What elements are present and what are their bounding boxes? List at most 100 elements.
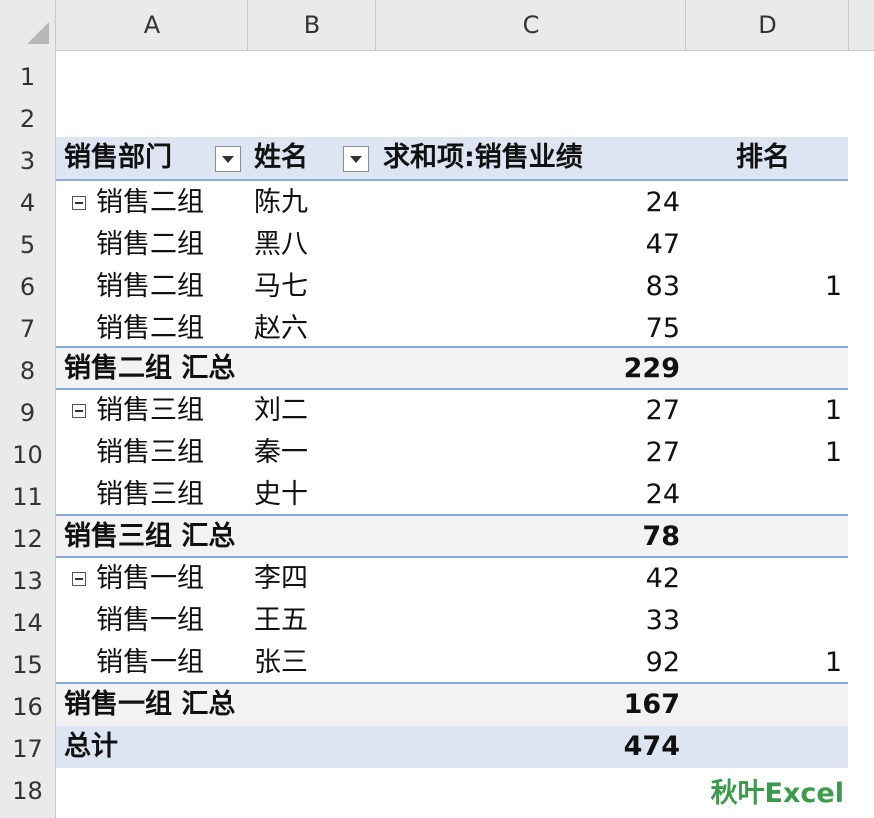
name-cell[interactable]: 刘二 — [254, 390, 308, 432]
value-cell[interactable]: 33 — [376, 600, 680, 642]
row-header[interactable]: 8 — [0, 350, 55, 392]
table-row[interactable]: 销售二组 赵六 75 — [56, 308, 848, 350]
collapse-icon[interactable] — [72, 572, 86, 586]
dept-filter-button[interactable] — [215, 146, 241, 172]
row-header[interactable]: 6 — [0, 266, 55, 308]
name-cell[interactable]: 李四 — [254, 558, 308, 600]
row-header[interactable]: 5 — [0, 224, 55, 266]
name-cell[interactable]: 秦一 — [254, 432, 308, 474]
dept-cell[interactable]: 销售三组 — [96, 432, 204, 474]
rank-cell[interactable] — [686, 558, 842, 600]
column-header-b[interactable]: B — [247, 0, 376, 50]
rank-cell[interactable]: 1 — [686, 266, 842, 308]
name-header[interactable]: 姓名 — [254, 137, 308, 179]
name-cell[interactable]: 史十 — [254, 474, 308, 516]
value-cell[interactable]: 75 — [376, 308, 680, 350]
collapse-icon[interactable] — [72, 196, 86, 210]
dept-cell[interactable]: 销售三组 — [96, 390, 204, 432]
select-all-icon — [27, 22, 49, 44]
grand-total-label[interactable]: 总计 — [64, 726, 118, 768]
row-header[interactable]: 16 — [0, 686, 55, 728]
dept-cell[interactable]: 销售一组 — [96, 642, 204, 684]
table-row[interactable]: 销售一组 王五 33 — [56, 600, 848, 642]
rank-cell[interactable] — [686, 600, 842, 642]
grand-total-row[interactable]: 总计 474 — [56, 726, 848, 768]
rank-cell[interactable] — [686, 474, 842, 516]
table-row[interactable]: 销售二组 黑八 47 — [56, 224, 848, 266]
column-header-d[interactable]: D — [685, 0, 849, 50]
table-row[interactable]: 销售三组 史十 24 — [56, 474, 848, 516]
column-header-e[interactable] — [848, 0, 874, 50]
dept-cell[interactable]: 销售二组 — [96, 308, 204, 350]
row-header[interactable]: 10 — [0, 434, 55, 476]
subtotal-label[interactable]: 销售三组 汇总 — [64, 516, 235, 558]
dept-cell[interactable]: 销售一组 — [96, 600, 204, 642]
dept-cell[interactable]: 销售二组 — [96, 182, 204, 224]
dept-cell[interactable]: 销售二组 — [96, 224, 204, 266]
row-header[interactable]: 7 — [0, 308, 55, 350]
row-header[interactable]: 3 — [0, 140, 55, 182]
value-cell[interactable]: 27 — [376, 432, 680, 474]
row-header[interactable]: 1 — [0, 56, 55, 98]
table-row[interactable]: 销售一组 张三 92 1 — [56, 642, 848, 684]
collapse-icon[interactable] — [72, 404, 86, 418]
subtotal-value[interactable]: 229 — [376, 348, 680, 390]
rank-header[interactable]: 排名 — [736, 137, 790, 179]
value-cell[interactable]: 24 — [376, 474, 680, 516]
sum-header[interactable]: 求和项:销售业绩 — [383, 137, 583, 179]
name-cell[interactable]: 陈九 — [254, 182, 308, 224]
subtotal-label[interactable]: 销售一组 汇总 — [64, 684, 235, 726]
table-row[interactable]: 销售一组 李四 42 — [56, 556, 848, 600]
name-cell[interactable]: 赵六 — [254, 308, 308, 350]
table-row[interactable]: 销售三组 刘二 27 1 — [56, 388, 848, 432]
column-header-a[interactable]: A — [55, 0, 248, 50]
row-header[interactable]: 12 — [0, 518, 55, 560]
dept-header[interactable]: 销售部门 — [64, 137, 172, 179]
row-header[interactable]: 17 — [0, 728, 55, 770]
subtotal-value[interactable]: 167 — [376, 684, 680, 726]
subtotal-row[interactable]: 销售一组 汇总 167 — [56, 682, 848, 726]
value-cell[interactable]: 47 — [376, 224, 680, 266]
spreadsheet: A B C D 1 2 3 4 5 6 7 8 9 10 11 12 13 14… — [0, 0, 874, 818]
row-header[interactable]: 2 — [0, 98, 55, 140]
row-header[interactable]: 9 — [0, 392, 55, 434]
table-row[interactable]: 销售二组 马七 83 1 — [56, 266, 848, 308]
row-header[interactable]: 4 — [0, 182, 55, 224]
value-cell[interactable]: 42 — [376, 558, 680, 600]
value-cell[interactable]: 92 — [376, 642, 680, 684]
column-header-c[interactable]: C — [375, 0, 686, 50]
rank-cell[interactable] — [686, 182, 842, 224]
rank-cell[interactable]: 1 — [686, 642, 842, 684]
row-header[interactable]: 13 — [0, 560, 55, 602]
table-row[interactable]: 销售二组 陈九 24 — [56, 182, 848, 224]
name-cell[interactable]: 马七 — [254, 266, 308, 308]
grand-total-value[interactable]: 474 — [376, 726, 680, 768]
minus-icon — [75, 202, 83, 204]
subtotal-label[interactable]: 销售二组 汇总 — [64, 348, 235, 390]
table-row[interactable]: 销售三组 秦一 27 1 — [56, 432, 848, 474]
value-cell[interactable]: 83 — [376, 266, 680, 308]
row-header[interactable]: 14 — [0, 602, 55, 644]
name-cell[interactable]: 黑八 — [254, 224, 308, 266]
dept-cell[interactable]: 销售三组 — [96, 474, 204, 516]
rank-cell[interactable]: 1 — [686, 390, 842, 432]
subtotal-row[interactable]: 销售三组 汇总 78 — [56, 514, 848, 558]
value-cell[interactable]: 24 — [376, 182, 680, 224]
value-cell[interactable]: 27 — [376, 390, 680, 432]
dept-cell[interactable]: 销售二组 — [96, 266, 204, 308]
subtotal-row[interactable]: 销售二组 汇总 229 — [56, 346, 848, 390]
row-header[interactable]: 18 — [0, 770, 55, 812]
rank-cell[interactable] — [686, 308, 842, 350]
row-header[interactable]: 15 — [0, 644, 55, 686]
column-header-bar: A B C D — [0, 0, 874, 51]
subtotal-value[interactable]: 78 — [376, 516, 680, 558]
dept-cell[interactable]: 销售一组 — [96, 558, 204, 600]
dropdown-arrow-icon — [350, 156, 362, 163]
row-header[interactable]: 11 — [0, 476, 55, 518]
select-all-corner[interactable] — [0, 0, 55, 50]
rank-cell[interactable]: 1 — [686, 432, 842, 474]
name-cell[interactable]: 王五 — [254, 600, 308, 642]
rank-cell[interactable] — [686, 224, 842, 266]
name-filter-button[interactable] — [343, 146, 369, 172]
name-cell[interactable]: 张三 — [254, 642, 308, 684]
